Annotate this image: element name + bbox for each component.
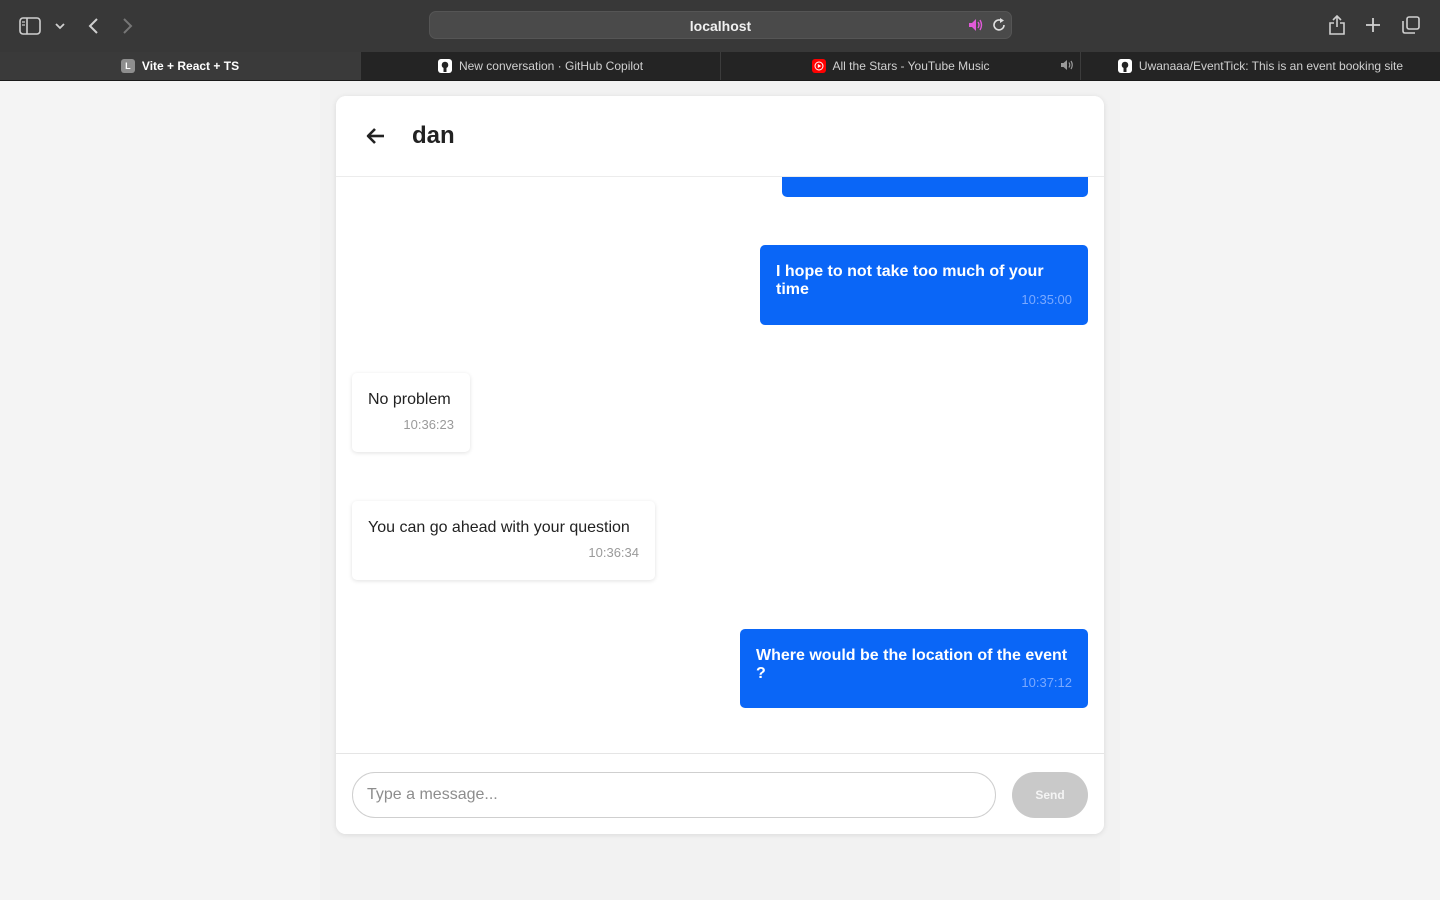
tab-eventtick-repo[interactable]: Uwanaaa/EventTick: This is an event book…: [1080, 52, 1440, 80]
github-icon: [437, 59, 452, 73]
message-text: I hope to not take too much of your time: [776, 263, 1044, 298]
message-text: You can go ahead with your question: [368, 519, 630, 536]
tabs-overview-icon[interactable]: [1401, 15, 1421, 35]
browser-toolbar: localhost: [0, 0, 1440, 52]
message-timestamp: 10:35:00: [1021, 292, 1072, 307]
youtube-music-icon: [811, 59, 826, 73]
chat-contact-name: dan: [412, 122, 455, 149]
arrow-left-icon: [366, 128, 384, 144]
plus-icon[interactable]: [1364, 16, 1382, 34]
tab-title: Uwanaaa/EventTick: This is an event book…: [1138, 59, 1404, 73]
chat-header: dan: [336, 96, 1104, 177]
chevron-down-icon[interactable]: [54, 19, 66, 33]
address-text: localhost: [689, 18, 752, 34]
message-list[interactable]: I hope to not take too much of your time…: [336, 177, 1104, 753]
message-bubble-outgoing: I hope to not take too much of your time…: [760, 245, 1088, 325]
message-bubble-incoming: You can go ahead with your question 10:3…: [352, 501, 655, 580]
tab-bar: L Vite + React + TS New conversation · G…: [0, 52, 1440, 81]
sidebar-toggle-icon[interactable]: [18, 15, 42, 37]
back-arrow-icon[interactable]: [84, 15, 102, 37]
tab-audio-speaker-icon[interactable]: [1060, 59, 1074, 74]
message-input[interactable]: [352, 772, 996, 818]
back-button[interactable]: [362, 122, 390, 150]
tab-youtube-music[interactable]: All the Stars - YouTube Music: [720, 52, 1080, 80]
message-bubble-outgoing: [782, 177, 1088, 197]
message-timestamp: 10:37:12: [1021, 675, 1072, 690]
speaker-icon[interactable]: [968, 18, 984, 32]
tab-title: New conversation · GitHub Copilot: [458, 59, 644, 73]
message-composer: Send: [336, 753, 1104, 834]
message-timestamp: 10:36:23: [403, 417, 454, 432]
share-icon[interactable]: [1327, 13, 1347, 37]
tab-title: Vite + React + TS: [141, 59, 240, 73]
reload-icon[interactable]: [992, 18, 1006, 32]
github-icon: [1117, 59, 1132, 73]
message-bubble-outgoing: Where would be the location of the event…: [740, 629, 1088, 708]
address-bar[interactable]: localhost: [429, 11, 1012, 39]
app-favicon-icon: L: [120, 59, 135, 73]
tab-title: All the Stars - YouTube Music: [832, 59, 990, 73]
message-text: No problem: [368, 391, 451, 408]
message-bubble-incoming: No problem 10:36:23: [352, 373, 470, 452]
tab-github-copilot[interactable]: New conversation · GitHub Copilot: [360, 52, 720, 80]
message-timestamp: 10:36:34: [588, 545, 639, 560]
send-button[interactable]: Send: [1012, 772, 1088, 818]
forward-arrow-icon[interactable]: [119, 15, 137, 37]
chat-card: dan I hope to not take too much of your …: [336, 96, 1104, 834]
tab-vite-react[interactable]: L Vite + React + TS: [0, 52, 360, 80]
